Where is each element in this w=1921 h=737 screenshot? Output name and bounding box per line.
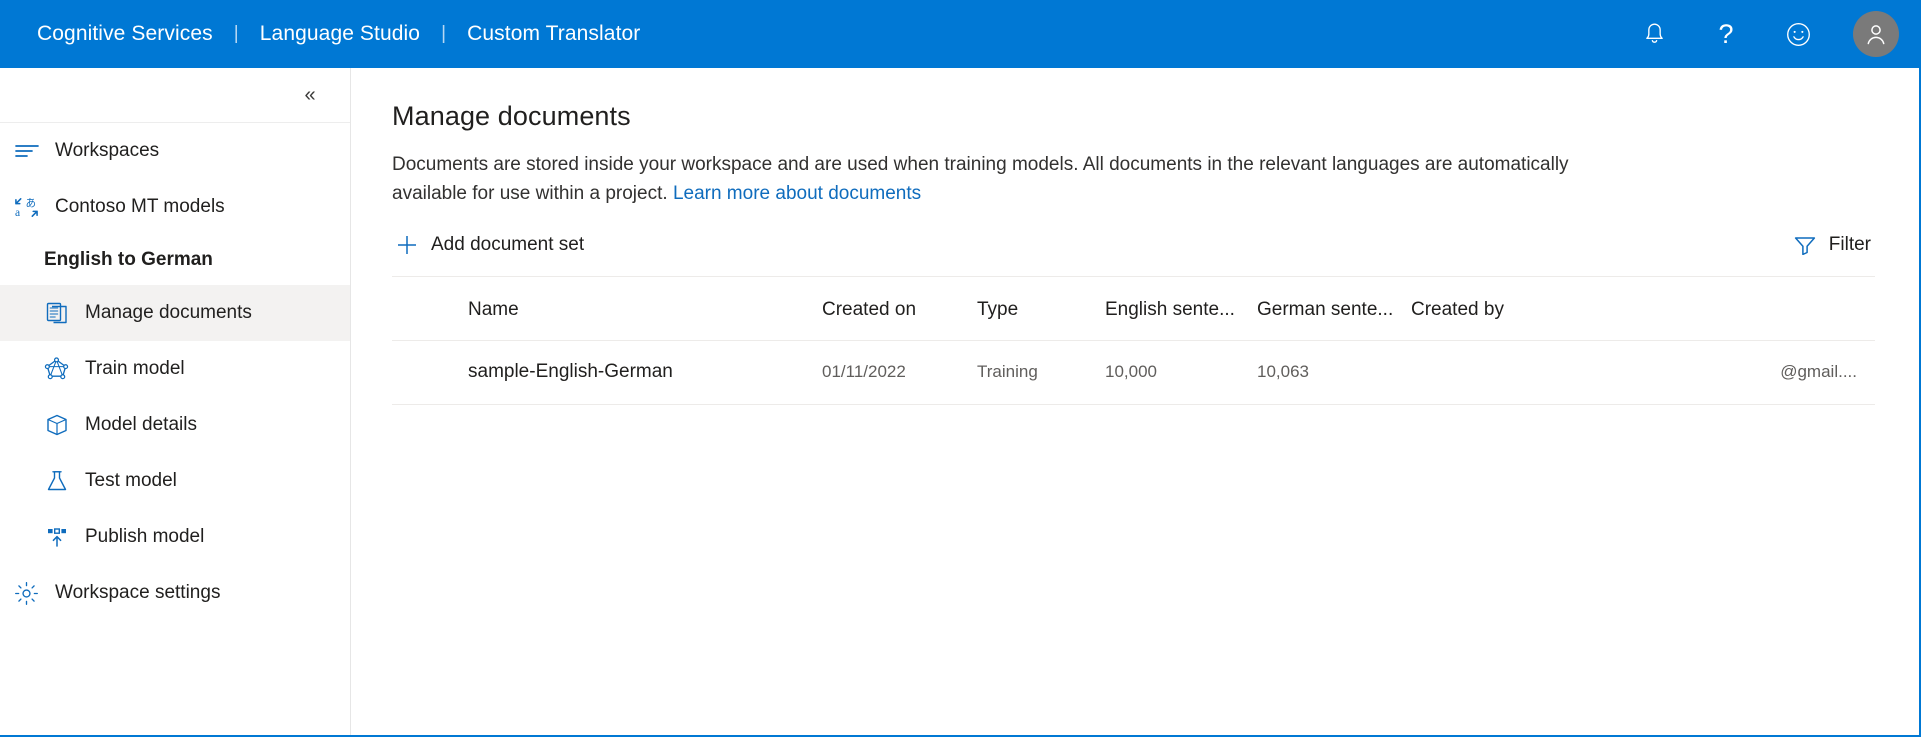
cell-type: Training — [977, 340, 1105, 405]
translate-icon: a あ — [14, 195, 39, 220]
brand-cognitive-services[interactable]: Cognitive Services — [34, 22, 216, 46]
brand-language-studio[interactable]: Language Studio — [257, 22, 423, 46]
column-header-created-on[interactable]: Created on — [822, 277, 977, 341]
column-header-name[interactable]: Name — [392, 277, 822, 341]
sidebar-item-workspaces[interactable]: Workspaces — [0, 123, 350, 179]
page-title: Manage documents — [392, 101, 631, 131]
column-header-created-by[interactable]: Created by — [1409, 277, 1875, 341]
sidebar-item-label: Workspace settings — [55, 582, 221, 603]
page-description: Documents are stored inside your workspa… — [392, 151, 1632, 208]
sidebar-item-manage-documents[interactable]: Manage documents — [0, 285, 350, 341]
collapse-sidebar-button[interactable]: « — [295, 80, 325, 110]
help-button[interactable]: ? — [1703, 11, 1749, 57]
column-header-english-sentences[interactable]: English sente... — [1105, 277, 1257, 341]
sidebar-item-test-model[interactable]: Test model — [0, 453, 350, 509]
svg-text:a: a — [15, 207, 20, 219]
document-icon — [44, 301, 69, 326]
add-document-set-label: Add document set — [431, 234, 585, 255]
sidebar-group-title: English to German — [44, 249, 213, 270]
cell-german-sentences: 10,063 — [1257, 340, 1409, 405]
sidebar-item-label: Manage documents — [85, 302, 252, 323]
feedback-button[interactable] — [1775, 11, 1821, 57]
sidebar-item-model-details[interactable]: Model details — [0, 397, 350, 453]
brand-separator-2: | — [441, 23, 447, 44]
list-lines-icon — [14, 139, 39, 164]
table-row[interactable]: sample-English-German 01/11/2022 Trainin… — [392, 340, 1875, 405]
learn-more-link[interactable]: Learn more about documents — [673, 183, 921, 204]
sidebar-item-label: Contoso MT models — [55, 196, 225, 217]
sidebar-item-publish-model[interactable]: Publish model — [0, 509, 350, 565]
funnel-icon — [1794, 234, 1816, 256]
notifications-button[interactable] — [1631, 11, 1677, 57]
publish-upload-icon — [44, 525, 69, 550]
add-document-set-button[interactable]: Add document set — [392, 228, 588, 262]
column-header-type[interactable]: Type — [977, 277, 1105, 341]
cell-name: sample-English-German — [392, 340, 822, 405]
table-body: sample-English-German 01/11/2022 Trainin… — [392, 340, 1875, 405]
box-icon — [44, 413, 69, 438]
table-header-row: Name Created on Type English sente... Ge… — [392, 277, 1875, 341]
page-description-text: Documents are stored inside your workspa… — [392, 154, 1569, 204]
brand-separator-1: | — [233, 23, 239, 44]
page-body: « Workspaces a あ Contoso MT models Engli… — [0, 68, 1919, 735]
plus-icon — [396, 234, 418, 256]
gear-icon — [14, 581, 39, 606]
command-bar: Add document set Filter — [392, 228, 1875, 277]
account-avatar[interactable] — [1853, 11, 1899, 57]
table-header: Name Created on Type English sente... Ge… — [392, 277, 1875, 341]
filter-label: Filter — [1828, 234, 1871, 255]
custom-translator-app: Cognitive Services | Language Studio | C… — [0, 0, 1921, 737]
sidebar-item-label: Workspaces — [55, 140, 160, 161]
filter-button[interactable]: Filter — [1790, 228, 1875, 262]
cell-created-on: 01/11/2022 — [822, 340, 977, 405]
svg-text:あ: あ — [26, 197, 37, 209]
topbar-actions: ? — [1631, 11, 1899, 57]
cell-english-sentences: 10,000 — [1105, 340, 1257, 405]
documents-table: Name Created on Type English sente... Ge… — [392, 277, 1875, 405]
sidebar-collapse-row: « — [0, 68, 350, 123]
brand-custom-translator[interactable]: Custom Translator — [464, 22, 643, 46]
left-sidebar: « Workspaces a あ Contoso MT models Engli… — [0, 68, 351, 735]
sidebar-item-label: Test model — [85, 470, 177, 491]
top-navigation-bar: Cognitive Services | Language Studio | C… — [0, 0, 1919, 68]
cell-created-by: @gmail.... — [1409, 340, 1875, 405]
sidebar-item-label: Train model — [85, 358, 185, 379]
sidebar-item-workspace-settings[interactable]: Workspace settings — [0, 565, 350, 621]
brand-breadcrumb: Cognitive Services | Language Studio | C… — [34, 22, 643, 46]
sidebar-item-label: Publish model — [85, 526, 205, 547]
column-header-german-sentences[interactable]: German sente... — [1257, 277, 1409, 341]
neural-network-icon — [44, 356, 69, 382]
main-content: Manage documents Documents are stored in… — [351, 68, 1919, 735]
sidebar-item-label: Model details — [85, 414, 197, 435]
flask-icon — [44, 469, 69, 494]
sidebar-item-train-model[interactable]: Train model — [0, 341, 350, 397]
sidebar-item-contoso-mt-models[interactable]: a あ Contoso MT models — [0, 179, 350, 235]
